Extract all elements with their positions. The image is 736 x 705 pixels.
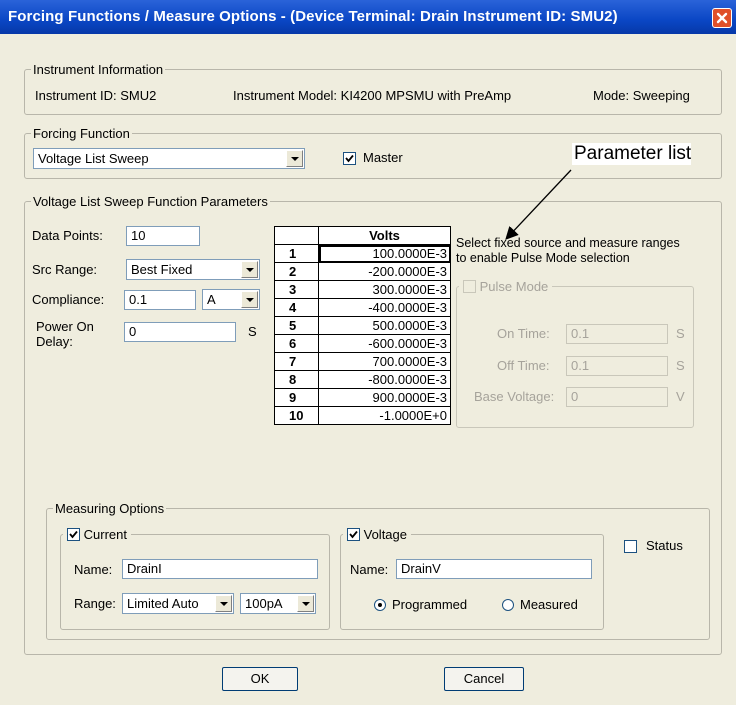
forcing-functions-dialog: Forcing Functions / Measure Options - (D… xyxy=(0,0,736,705)
annotation-arrow xyxy=(505,169,572,240)
parameter-list-annotation: Parameter list xyxy=(572,143,692,165)
